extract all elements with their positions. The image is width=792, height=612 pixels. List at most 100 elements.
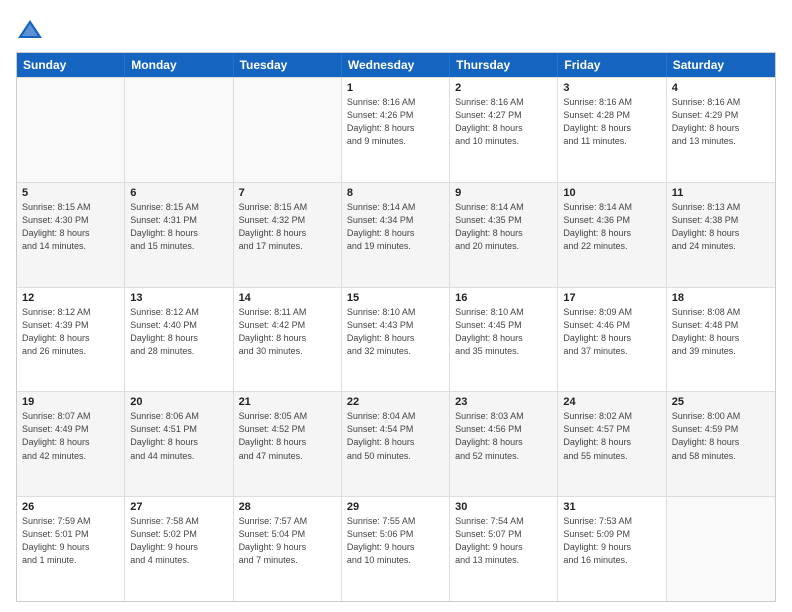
day-number: 12 bbox=[22, 292, 119, 304]
calendar-cell: 8 Sunrise: 8:14 AM Sunset: 4:34 PM Daylig… bbox=[342, 183, 450, 287]
calendar-cell: 12 Sunrise: 8:12 AM Sunset: 4:39 PM Dayli… bbox=[17, 288, 125, 392]
weekday-header: Friday bbox=[558, 53, 666, 77]
calendar-cell: 18 Sunrise: 8:08 AM Sunset: 4:48 PM Dayli… bbox=[667, 288, 775, 392]
weekday-header: Saturday bbox=[667, 53, 775, 77]
day-info: Sunrise: 8:16 AM Sunset: 4:26 PM Dayligh… bbox=[347, 96, 444, 148]
calendar-cell: 30 Sunrise: 7:54 AM Sunset: 5:07 PM Dayli… bbox=[450, 497, 558, 601]
calendar-cell: 23Sunrise: 8:03 AM Sunset: 4:56 PM Dayli… bbox=[450, 392, 558, 496]
calendar-cell: 16 Sunrise: 8:10 AM Sunset: 4:45 PM Dayli… bbox=[450, 288, 558, 392]
day-info: Sunrise: 8:11 AM Sunset: 4:42 PM Dayligh… bbox=[239, 306, 336, 358]
calendar-cell: 21 Sunrise: 8:05 AM Sunset: 4:52 PM Dayli… bbox=[234, 392, 342, 496]
day-number: 16 bbox=[455, 292, 552, 304]
day-info: Sunrise: 8:09 AM Sunset: 4:46 PM Dayligh… bbox=[563, 306, 660, 358]
logo bbox=[16, 16, 48, 44]
calendar-cell: 19 Sunrise: 8:07 AM Sunset: 4:49 PM Dayli… bbox=[17, 392, 125, 496]
day-number: 5 bbox=[22, 187, 119, 199]
day-number: 23 bbox=[455, 396, 552, 408]
calendar-cell bbox=[125, 78, 233, 182]
weekday-header: Monday bbox=[125, 53, 233, 77]
day-number: 14 bbox=[239, 292, 336, 304]
weekday-header: Sunday bbox=[17, 53, 125, 77]
day-number: 8 bbox=[347, 187, 444, 199]
calendar-cell: 27Sunrise: 7:58 AM Sunset: 5:02 PM Dayli… bbox=[125, 497, 233, 601]
day-info: Sunrise: 7:59 AM Sunset: 5:01 PM Dayligh… bbox=[22, 515, 119, 567]
day-number: 31 bbox=[563, 501, 660, 513]
calendar-cell: 1 Sunrise: 8:16 AM Sunset: 4:26 PM Daylig… bbox=[342, 78, 450, 182]
day-info: Sunrise: 8:15 AM Sunset: 4:30 PM Dayligh… bbox=[22, 201, 119, 253]
day-info: Sunrise: 7:54 AM Sunset: 5:07 PM Dayligh… bbox=[455, 515, 552, 567]
day-number: 9 bbox=[455, 187, 552, 199]
calendar-row: 26 Sunrise: 7:59 AM Sunset: 5:01 PM Dayli… bbox=[17, 496, 775, 601]
day-number: 3 bbox=[563, 82, 660, 94]
day-number: 27 bbox=[130, 501, 227, 513]
day-number: 17 bbox=[563, 292, 660, 304]
calendar-cell: 15 Sunrise: 8:10 AM Sunset: 4:43 PM Dayli… bbox=[342, 288, 450, 392]
day-info: Sunrise: 8:10 AM Sunset: 4:45 PM Dayligh… bbox=[455, 306, 552, 358]
day-number: 26 bbox=[22, 501, 119, 513]
day-number: 30 bbox=[455, 501, 552, 513]
calendar-cell: 28 Sunrise: 7:57 AM Sunset: 5:04 PM Dayli… bbox=[234, 497, 342, 601]
calendar-cell bbox=[17, 78, 125, 182]
day-number: 13 bbox=[130, 292, 227, 304]
calendar-cell: 22 Sunrise: 8:04 AM Sunset: 4:54 PM Dayli… bbox=[342, 392, 450, 496]
day-number: 2 bbox=[455, 82, 552, 94]
calendar-cell: 29Sunrise: 7:55 AM Sunset: 5:06 PM Dayli… bbox=[342, 497, 450, 601]
day-info: Sunrise: 8:16 AM Sunset: 4:28 PM Dayligh… bbox=[563, 96, 660, 148]
day-number: 7 bbox=[239, 187, 336, 199]
calendar: SundayMondayTuesdayWednesdayThursdayFrid… bbox=[16, 52, 776, 602]
day-info: Sunrise: 8:05 AM Sunset: 4:52 PM Dayligh… bbox=[239, 410, 336, 462]
logo-icon bbox=[16, 16, 44, 44]
calendar-cell bbox=[234, 78, 342, 182]
day-info: Sunrise: 8:16 AM Sunset: 4:27 PM Dayligh… bbox=[455, 96, 552, 148]
calendar-row: 12 Sunrise: 8:12 AM Sunset: 4:39 PM Dayli… bbox=[17, 287, 775, 392]
calendar-cell: 17 Sunrise: 8:09 AM Sunset: 4:46 PM Dayli… bbox=[558, 288, 666, 392]
calendar-body: 1 Sunrise: 8:16 AM Sunset: 4:26 PM Daylig… bbox=[17, 77, 775, 601]
day-number: 1 bbox=[347, 82, 444, 94]
day-number: 18 bbox=[672, 292, 770, 304]
calendar-cell: 14 Sunrise: 8:11 AM Sunset: 4:42 PM Dayli… bbox=[234, 288, 342, 392]
day-number: 22 bbox=[347, 396, 444, 408]
calendar-cell: 9 Sunrise: 8:14 AM Sunset: 4:35 PM Daylig… bbox=[450, 183, 558, 287]
weekday-header: Tuesday bbox=[234, 53, 342, 77]
day-number: 19 bbox=[22, 396, 119, 408]
day-info: Sunrise: 8:02 AM Sunset: 4:57 PM Dayligh… bbox=[563, 410, 660, 462]
day-number: 25 bbox=[672, 396, 770, 408]
calendar-cell: 20Sunrise: 8:06 AM Sunset: 4:51 PM Dayli… bbox=[125, 392, 233, 496]
day-info: Sunrise: 8:04 AM Sunset: 4:54 PM Dayligh… bbox=[347, 410, 444, 462]
day-number: 15 bbox=[347, 292, 444, 304]
calendar-cell: 3 Sunrise: 8:16 AM Sunset: 4:28 PM Daylig… bbox=[558, 78, 666, 182]
day-info: Sunrise: 7:57 AM Sunset: 5:04 PM Dayligh… bbox=[239, 515, 336, 567]
calendar-row: 1 Sunrise: 8:16 AM Sunset: 4:26 PM Daylig… bbox=[17, 77, 775, 182]
day-info: Sunrise: 8:14 AM Sunset: 4:36 PM Dayligh… bbox=[563, 201, 660, 253]
day-number: 28 bbox=[239, 501, 336, 513]
calendar-header: SundayMondayTuesdayWednesdayThursdayFrid… bbox=[17, 53, 775, 77]
calendar-row: 19 Sunrise: 8:07 AM Sunset: 4:49 PM Dayli… bbox=[17, 391, 775, 496]
calendar-cell: 2 Sunrise: 8:16 AM Sunset: 4:27 PM Daylig… bbox=[450, 78, 558, 182]
day-number: 24 bbox=[563, 396, 660, 408]
day-info: Sunrise: 8:08 AM Sunset: 4:48 PM Dayligh… bbox=[672, 306, 770, 358]
calendar-cell: 10 Sunrise: 8:14 AM Sunset: 4:36 PM Dayli… bbox=[558, 183, 666, 287]
day-info: Sunrise: 8:15 AM Sunset: 4:32 PM Dayligh… bbox=[239, 201, 336, 253]
day-info: Sunrise: 8:10 AM Sunset: 4:43 PM Dayligh… bbox=[347, 306, 444, 358]
day-number: 10 bbox=[563, 187, 660, 199]
day-number: 11 bbox=[672, 187, 770, 199]
calendar-cell: 13 Sunrise: 8:12 AM Sunset: 4:40 PM Dayli… bbox=[125, 288, 233, 392]
calendar-cell: 26 Sunrise: 7:59 AM Sunset: 5:01 PM Dayli… bbox=[17, 497, 125, 601]
day-number: 21 bbox=[239, 396, 336, 408]
day-info: Sunrise: 8:14 AM Sunset: 4:34 PM Dayligh… bbox=[347, 201, 444, 253]
day-number: 29 bbox=[347, 501, 444, 513]
day-info: Sunrise: 8:00 AM Sunset: 4:59 PM Dayligh… bbox=[672, 410, 770, 462]
calendar-cell: 25 Sunrise: 8:00 AM Sunset: 4:59 PM Dayli… bbox=[667, 392, 775, 496]
day-number: 4 bbox=[672, 82, 770, 94]
day-info: Sunrise: 8:14 AM Sunset: 4:35 PM Dayligh… bbox=[455, 201, 552, 253]
day-number: 20 bbox=[130, 396, 227, 408]
day-info: Sunrise: 8:12 AM Sunset: 4:40 PM Dayligh… bbox=[130, 306, 227, 358]
calendar-cell: 5 Sunrise: 8:15 AM Sunset: 4:30 PM Daylig… bbox=[17, 183, 125, 287]
day-info: Sunrise: 8:12 AM Sunset: 4:39 PM Dayligh… bbox=[22, 306, 119, 358]
calendar-cell: 11Sunrise: 8:13 AM Sunset: 4:38 PM Dayli… bbox=[667, 183, 775, 287]
calendar-cell: 6Sunrise: 8:15 AM Sunset: 4:31 PM Daylig… bbox=[125, 183, 233, 287]
day-info: Sunrise: 8:16 AM Sunset: 4:29 PM Dayligh… bbox=[672, 96, 770, 148]
day-info: Sunrise: 8:07 AM Sunset: 4:49 PM Dayligh… bbox=[22, 410, 119, 462]
weekday-header: Wednesday bbox=[342, 53, 450, 77]
calendar-cell: 24 Sunrise: 8:02 AM Sunset: 4:57 PM Dayli… bbox=[558, 392, 666, 496]
